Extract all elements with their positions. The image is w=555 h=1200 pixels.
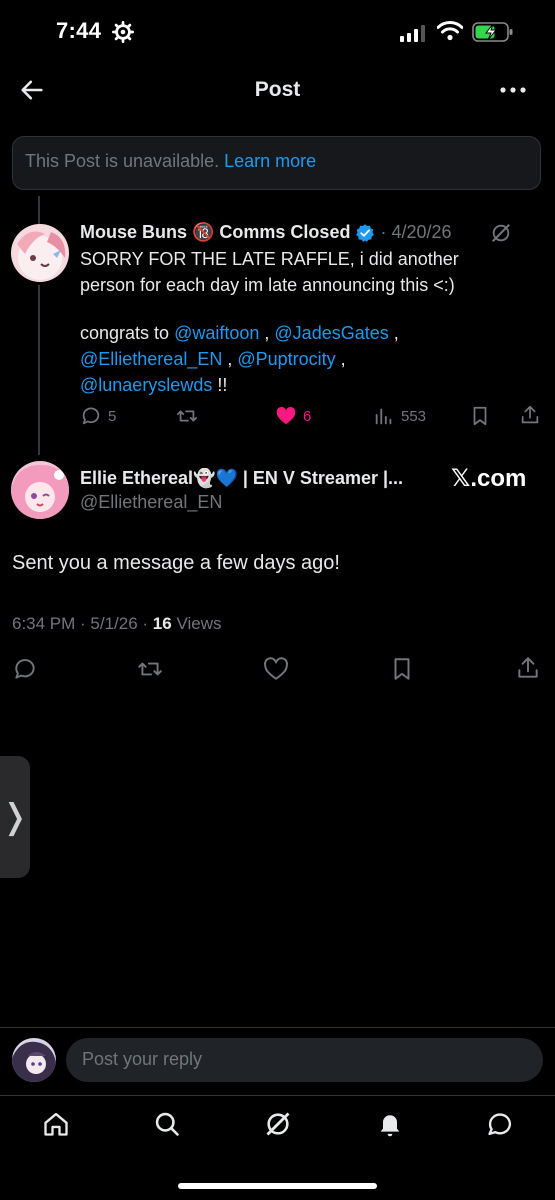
repost-button[interactable] <box>136 656 164 682</box>
cellular-signal-icon <box>400 24 425 42</box>
reply-icon <box>15 659 35 679</box>
like-button[interactable]: 6 <box>275 405 311 427</box>
mention-link[interactable]: @lunaeryslewds <box>80 375 212 395</box>
reply-icon <box>82 407 100 425</box>
divider <box>0 1095 555 1096</box>
avatar[interactable] <box>11 224 69 282</box>
repost-icon <box>176 410 198 422</box>
heart-outline-icon <box>264 657 288 680</box>
source-badge[interactable]: 𝕏.com <box>451 464 526 493</box>
views-count: 16 <box>152 614 172 633</box>
thread-connector <box>38 285 40 455</box>
mention-link[interactable]: @Elliethereal_EN <box>80 349 222 369</box>
share-icon <box>518 657 538 678</box>
views-chart-icon <box>375 408 392 425</box>
divider <box>0 1027 555 1028</box>
like-button[interactable] <box>263 656 289 682</box>
share-icon <box>521 405 539 424</box>
share-button[interactable] <box>519 404 541 426</box>
post-text: Sent you a message a few days ago! <box>12 552 340 574</box>
mention-link[interactable]: @waiftoon <box>174 323 259 343</box>
bookmark-icon <box>473 406 487 426</box>
reply-input[interactable]: Post your reply <box>66 1038 543 1082</box>
repost-button[interactable] <box>175 405 199 427</box>
view-count: 553 <box>401 407 427 425</box>
views-button[interactable]: 553 <box>373 405 426 427</box>
post-text: !! <box>212 375 228 395</box>
like-count: 6 <box>303 407 312 425</box>
chat-bubble-icon <box>488 1113 512 1136</box>
nav-notifications[interactable] <box>376 1110 404 1138</box>
views-label: Views <box>171 614 222 633</box>
side-tray-handle[interactable]: ❭ <box>0 756 30 878</box>
home-icon <box>44 1112 68 1136</box>
separator: , <box>388 323 399 343</box>
more-options-icon[interactable] <box>500 87 526 93</box>
repost-icon <box>138 662 162 676</box>
verified-badge-icon <box>355 223 375 243</box>
post-timestamp: 6:34 PM · 5/1/26 · <box>12 614 153 633</box>
mention-link[interactable]: @JadesGates <box>274 323 388 343</box>
mention-link[interactable]: @Puptrocity <box>237 349 335 369</box>
nav-messages[interactable] <box>486 1110 514 1138</box>
grok-icon[interactable] <box>490 222 512 244</box>
author-handle[interactable]: @Elliethereal_EN <box>80 492 222 513</box>
settings-gear-icon <box>112 21 134 43</box>
post-text: congrats to <box>80 323 175 343</box>
search-icon <box>155 1112 179 1136</box>
wifi-icon <box>437 21 463 41</box>
avatar[interactable] <box>11 461 69 519</box>
chevron-right-icon: ❭ <box>0 798 30 836</box>
post-date: · 4/20/26 <box>380 222 452 242</box>
home-indicator <box>178 1183 377 1189</box>
nav-home[interactable] <box>42 1110 70 1138</box>
nav-grok[interactable] <box>264 1110 292 1138</box>
bell-icon <box>380 1115 400 1137</box>
nav-search[interactable] <box>153 1110 181 1138</box>
author-name[interactable]: Ellie Ethereal👻💙 | EN V Streamer |... <box>80 468 403 488</box>
post-text-line: SORRY FOR THE LATE RAFFLE, i did another <box>80 249 459 269</box>
separator: , <box>259 323 275 343</box>
page-title: Post <box>254 78 301 101</box>
unavailable-text: This Post is unavailable. <box>25 151 220 171</box>
bookmark-button[interactable] <box>469 405 491 427</box>
author-name[interactable]: Mouse Buns 🔞 Comms Closed <box>80 222 350 243</box>
separator: , <box>335 349 346 369</box>
learn-more-link[interactable]: Learn more <box>224 151 316 171</box>
thread-connector <box>38 196 40 226</box>
avatar[interactable] <box>12 1038 56 1082</box>
bookmark-button[interactable] <box>389 656 415 682</box>
share-button[interactable] <box>515 655 541 681</box>
heart-filled-icon <box>276 406 296 425</box>
grok-icon <box>266 1112 290 1136</box>
unavailable-post-notice: This Post is unavailable. Learn more <box>12 136 541 190</box>
reply-button[interactable] <box>12 656 38 682</box>
battery-charging-icon <box>472 21 514 43</box>
separator: , <box>222 349 238 369</box>
status-time: 7:44 <box>56 18 102 43</box>
reply-count: 5 <box>108 407 117 425</box>
bookmark-icon <box>394 658 410 680</box>
post-text-line: person for each day im late announcing t… <box>80 275 455 295</box>
reply-button[interactable]: 5 <box>80 405 116 427</box>
